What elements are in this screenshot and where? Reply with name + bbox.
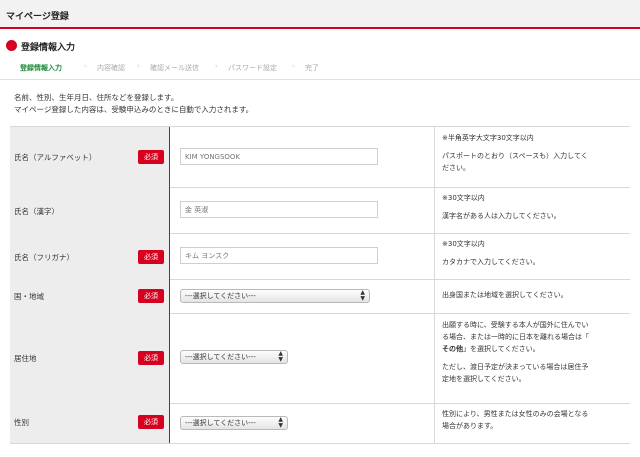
note-text: 出願する時に、受験する本人が国外に住んでい <box>442 321 589 329</box>
field-label-cell: 氏名（漢字） <box>10 187 170 233</box>
note-text: 場合があります。 <box>442 422 498 430</box>
intro-line: マイページ登録した内容は、受験申込みのときに自動で入力されます。 <box>14 105 254 114</box>
field-label-cell: 性別 必須 <box>10 403 170 443</box>
step-input: 登録情報入力 <box>20 64 62 72</box>
progress-steps: 登録情報入力 › 内容確認 › 確認メール送信 › パスワード設定 › 完了 <box>0 57 640 80</box>
step-complete: 完了 <box>305 64 319 72</box>
form-row-residence: 居住地 必須 ---選択してください--- ▲ ▼ 出願する時に、受験する本人が国… <box>10 313 630 404</box>
residence-select[interactable]: ---選択してください--- ▲ ▼ <box>180 350 288 364</box>
field-note: ※30文字以内 カタカナで入力してください。 <box>442 238 626 268</box>
select-value: ---選択してください--- <box>185 292 256 300</box>
select-arrows-icon: ▲ ▼ <box>278 350 283 363</box>
note-text: ださい。 <box>442 164 470 172</box>
name-kanji-input[interactable] <box>180 201 378 218</box>
note-text: 出身国または地域を選択してください。 <box>442 291 568 299</box>
field-note: 出身国または地域を選択してください。 <box>442 289 626 301</box>
field-label: 氏名（フリガナ） <box>14 253 74 262</box>
field-label: 性別 <box>14 418 29 427</box>
note-text: ※30文字以内 <box>442 194 485 202</box>
field-note: 性別により、男性または女性のみの会場となる 場合があります。 <box>442 408 626 432</box>
intro-line: 名前、性別、生年月日、住所などを登録します。 <box>14 93 179 102</box>
field-label-cell: 氏名（アルファベット） 必須 <box>10 127 170 187</box>
chevron-right-icon: › <box>84 62 87 70</box>
step-email: 確認メール送信 <box>150 64 199 72</box>
gender-select[interactable]: ---選択してください--- ▲ ▼ <box>180 416 288 430</box>
note-text: 定地を選択してください。 <box>442 375 526 383</box>
note-text: ただし、渡日予定が決まっている場合は居住予 <box>442 363 589 371</box>
required-badge: 必須 <box>138 289 164 303</box>
registration-form: 氏名（アルファベット） 必須 ※半角英字大文字30文字以内 パスポートのとおり（… <box>10 126 630 457</box>
note-text: ※30文字以内 <box>442 240 485 248</box>
form-row-name-alpha: 氏名（アルファベット） 必須 ※半角英字大文字30文字以内 パスポートのとおり（… <box>10 127 630 188</box>
required-badge: 必須 <box>138 250 164 264</box>
select-arrows-icon: ▲ ▼ <box>360 289 365 302</box>
field-label: 国・地域 <box>14 292 44 301</box>
required-badge: 必須 <box>138 415 164 429</box>
red-dot-icon <box>6 40 17 51</box>
page-title: マイページ登録 <box>6 12 69 22</box>
field-label-cell: 国・地域 必須 <box>10 279 170 313</box>
form-row-gender: 性別 必須 ---選択してください--- ▲ ▼ 性別により、男性または女性のみの… <box>10 403 630 444</box>
note-bold: その他 <box>442 345 463 353</box>
step-confirm: 内容確認 <box>97 64 125 72</box>
note-rest: 」を選択してください。 <box>463 345 540 353</box>
form-row-country: 国・地域 必須 ---選択してください--- ▲ ▼ 出身国または地域を選択してく… <box>10 279 630 314</box>
field-label: 氏名（アルファベット） <box>14 153 97 162</box>
select-value: ---選択してください--- <box>185 353 256 361</box>
field-label: 氏名（漢字） <box>14 207 59 216</box>
select-value: ---選択してください--- <box>185 419 256 427</box>
chevron-right-icon: › <box>137 62 140 70</box>
field-note: ※半角英字大文字30文字以内 パスポートのとおり（スペースも）入力してく ださい… <box>442 132 626 174</box>
name-alpha-input[interactable] <box>180 148 378 165</box>
field-input-cell <box>170 127 435 187</box>
field-note: ※30文字以内 漢字名がある人は入力してください。 <box>442 192 626 222</box>
note-text: る場合、または一時的に日本を離れる場合は「 <box>442 333 589 341</box>
note-text: パスポートのとおり（スペースも）入力してく <box>442 152 588 160</box>
required-badge: 必須 <box>138 351 164 365</box>
note-text: ※半角英字大文字30文字以内 <box>442 134 534 142</box>
field-input-cell <box>170 233 435 279</box>
name-kana-input[interactable] <box>180 247 378 264</box>
field-label: 居住地 <box>14 354 37 363</box>
note-text: カタカナで入力してください。 <box>442 258 540 266</box>
field-input-cell: ---選択してください--- ▲ ▼ <box>170 403 435 443</box>
section-title: 登録情報入力 <box>21 43 76 53</box>
chevron-right-icon: › <box>215 62 218 70</box>
field-input-cell <box>170 187 435 233</box>
note-text: 性別により、男性または女性のみの会場となる <box>442 410 589 418</box>
form-row-name-kanji: 氏名（漢字） ※30文字以内 漢字名がある人は入力してください。 <box>10 187 630 234</box>
note-text: その他」を選択してください。 <box>442 343 626 355</box>
field-label-cell: 居住地 必須 <box>10 313 170 403</box>
step-password: パスワード設定 <box>228 64 277 72</box>
field-note: 出願する時に、受験する本人が国外に住んでい る場合、または一時的に日本を離れる場… <box>442 319 626 385</box>
note-text: 漢字名がある人は入力してください。 <box>442 212 561 220</box>
country-select[interactable]: ---選択してください--- ▲ ▼ <box>180 289 370 303</box>
required-badge: 必須 <box>138 150 164 164</box>
field-label-cell: 氏名（フリガナ） 必須 <box>10 233 170 279</box>
field-input-cell: ---選択してください--- ▲ ▼ <box>170 279 435 313</box>
chevron-right-icon: › <box>292 62 295 70</box>
header-bar: マイページ登録 <box>0 0 640 29</box>
form-row-name-kana: 氏名（フリガナ） 必須 ※30文字以内 カタカナで入力してください。 <box>10 233 630 280</box>
select-arrows-icon: ▲ ▼ <box>278 416 283 429</box>
intro-text: 名前、性別、生年月日、住所などを登録します。 マイページ登録した内容は、受験申込… <box>14 92 253 116</box>
field-input-cell: ---選択してください--- ▲ ▼ <box>170 313 435 403</box>
